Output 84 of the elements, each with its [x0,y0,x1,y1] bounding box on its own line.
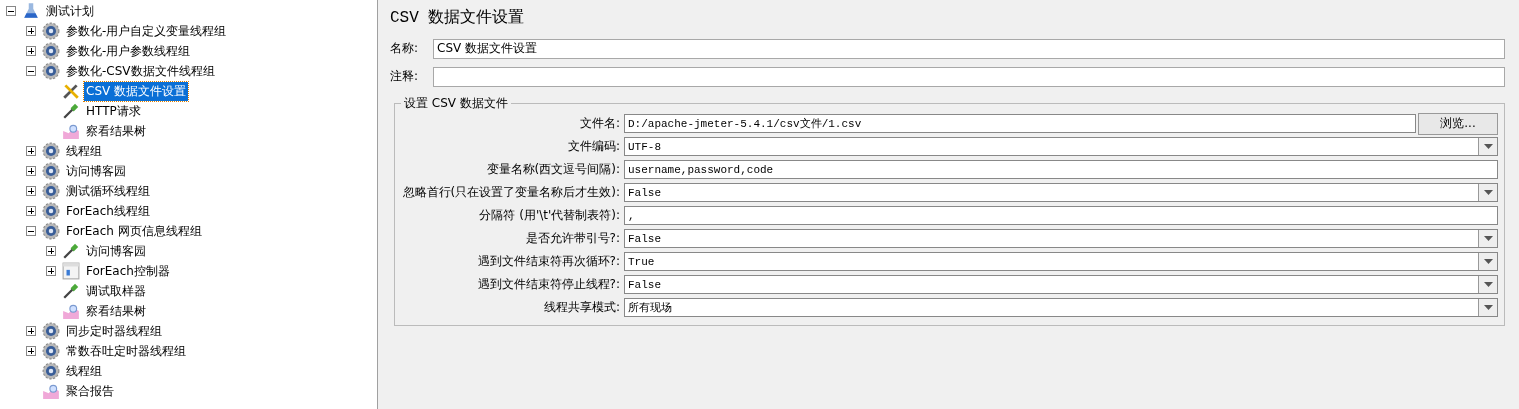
tree-item[interactable]: 参数化-用户自定义变量线程组 [64,21,229,41]
expander-icon[interactable] [26,346,36,356]
field-label: 遇到文件结束符再次循环?: [476,253,621,270]
tree-item[interactable]: 线程组 [64,141,104,161]
tree-item[interactable]: ForEach线程组 [64,201,152,221]
tree-item[interactable]: 线程组 [64,361,104,381]
pipette-icon [62,102,80,120]
name-field[interactable]: CSV 数据文件设置 [433,38,1505,59]
expander-icon[interactable] [26,146,36,156]
dropdown-arrow-icon [1483,282,1493,287]
tree-item[interactable]: 同步定时器线程组 [64,321,164,341]
dropdown[interactable]: True [624,252,1498,271]
gear-icon [42,162,60,180]
field-label: 文件名: [578,115,621,132]
gear-icon [42,342,60,360]
group-title: 设置 CSV 数据文件 [403,95,509,112]
expander-icon[interactable] [26,326,36,336]
field-label: 变量名称(西文逗号间隔): [485,161,621,178]
expander-icon[interactable] [26,66,36,76]
field-label: 文件编码: [566,138,621,155]
comment-label: 注释: [390,68,420,85]
field-label: 忽略首行(只在设置了变量名称后才生效): [401,184,621,201]
dropdown[interactable]: UTF-8 [624,137,1498,156]
tree-item[interactable]: CSV 数据文件设置 [84,81,189,101]
gear-icon [42,62,60,80]
dropdown-arrow-icon [1483,236,1493,241]
window-icon [62,262,80,280]
graph-icon [42,382,60,400]
expander-icon[interactable] [46,266,56,276]
tree-item[interactable]: 访问博客园 [84,241,148,261]
gear-icon [42,322,60,340]
field-label: 遇到文件结束符停止线程?: [476,276,621,293]
tree-item[interactable]: 常数吞吐定时器线程组 [64,341,188,361]
gear-icon [42,222,60,240]
comment-field[interactable] [433,66,1505,87]
expander-icon[interactable] [26,206,36,216]
browse-button[interactable]: 浏览... [1418,112,1498,135]
expander-icon[interactable] [46,246,56,256]
file-field[interactable]: D:/apache-jmeter-5.4.1/csv文件/1.csv [624,114,1416,133]
graph-icon [62,302,80,320]
gear-icon [42,362,60,380]
dropdown[interactable]: 所有现场 [624,298,1498,317]
field-label: 线程共享模式: [542,299,621,316]
text-field[interactable]: username,password,code [624,160,1498,179]
panel-title: CSV 数据文件设置 [390,7,526,28]
name-label: 名称: [390,40,420,57]
tree-item[interactable]: 聚合报告 [64,381,116,401]
graph-icon [62,122,80,140]
dropdown-arrow-icon [1483,259,1493,264]
field-label: 是否允许带引号?: [524,230,621,247]
expander-icon[interactable] [26,186,36,196]
dropdown-arrow-icon [1483,190,1493,195]
expander-icon[interactable] [26,46,36,56]
pipette-icon [62,282,80,300]
expander-icon[interactable] [26,226,36,236]
pipette-icon [62,242,80,260]
tree-item[interactable]: 测试循环线程组 [64,181,152,201]
tree-item[interactable]: ForEach 网页信息线程组 [64,221,204,241]
dropdown-arrow-icon [1483,305,1493,310]
dropdown[interactable]: False [624,275,1498,294]
tree-item[interactable]: 参数化-CSV数据文件线程组 [64,61,217,81]
flask-icon [22,2,40,20]
tree-item[interactable]: 察看结果树 [84,121,148,141]
gear-icon [42,142,60,160]
expander-icon[interactable] [26,26,36,36]
tree-item[interactable]: 察看结果树 [84,301,148,321]
field-label: 分隔符 (用'\t'代替制表符): [478,207,621,224]
expander-icon[interactable] [6,6,16,16]
tree-item[interactable]: 测试计划 [44,1,96,21]
dropdown[interactable]: False [624,229,1498,248]
expander-icon[interactable] [26,166,36,176]
gear-icon [42,22,60,40]
gear-icon [42,202,60,220]
tree-item[interactable]: 访问博客园 [64,161,128,181]
tree-item[interactable]: HTTP请求 [84,101,143,121]
tree-item[interactable]: 调试取样器 [84,281,148,301]
tools-icon [62,82,80,100]
tree-item[interactable]: ForEach控制器 [84,261,172,281]
dropdown[interactable]: False [624,183,1498,202]
tree-item[interactable]: 参数化-用户参数线程组 [64,41,193,61]
dropdown-arrow-icon [1483,144,1493,149]
gear-icon [42,42,60,60]
text-field[interactable]: , [624,206,1498,225]
gear-icon [42,182,60,200]
